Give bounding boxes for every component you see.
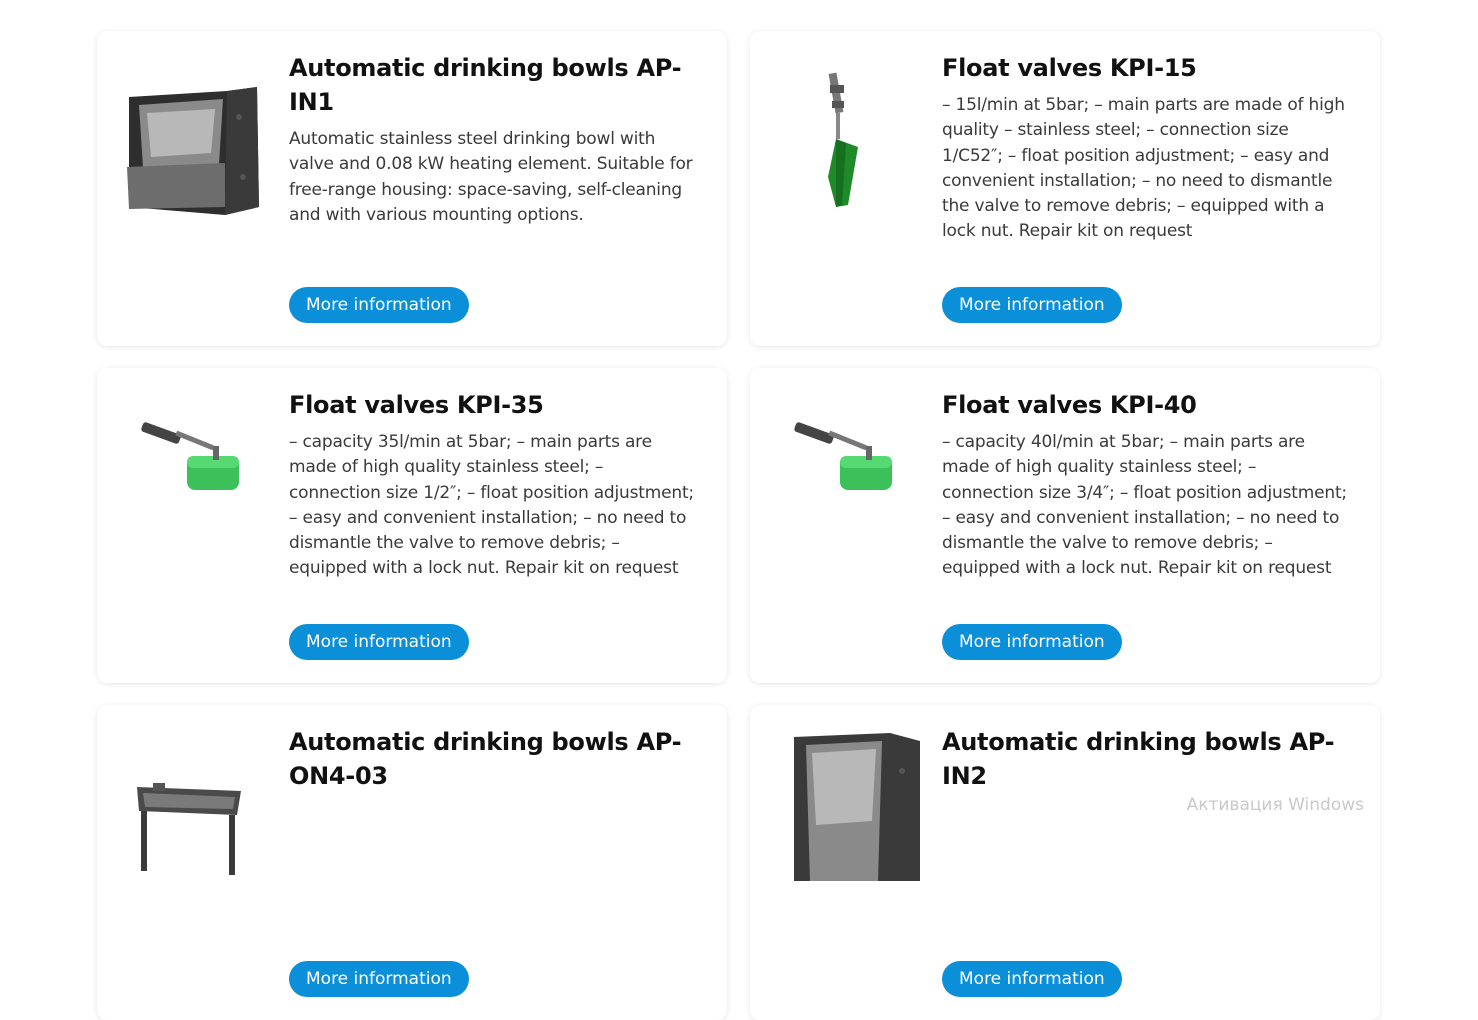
product-card: Float valves KPI-15 – 15l/min at 5bar; –… <box>750 31 1380 346</box>
product-card: Float valves KPI-40 – capacity 40l/min a… <box>750 368 1380 683</box>
product-grid: Automatic drinking bowls AP-IN1 Automati… <box>97 31 1381 1020</box>
product-description: Automatic stainless steel drinking bowl … <box>289 127 699 228</box>
product-card: Automatic drinking bowls AP-IN2 More inf… <box>750 705 1380 1020</box>
product-title[interactable]: Automatic drinking bowls AP-IN1 <box>289 51 699 119</box>
product-description: – 15l/min at 5bar; – main parts are made… <box>942 93 1352 245</box>
product-title[interactable]: Float valves KPI-40 <box>942 388 1352 422</box>
product-card: Automatic drinking bowls AP-IN1 Automati… <box>97 31 727 346</box>
product-title[interactable]: Automatic drinking bowls AP-ON4-03 <box>289 725 699 793</box>
product-card: Automatic drinking bowls AP-ON4-03 More … <box>97 705 727 1020</box>
product-description: – capacity 40l/min at 5bar; – main parts… <box>942 430 1352 582</box>
product-description: – capacity 35l/min at 5bar; – main parts… <box>289 430 699 582</box>
float-valve-icon[interactable] <box>770 57 920 227</box>
product-title[interactable]: Float valves KPI-15 <box>942 51 1352 85</box>
product-card: Float valves KPI-35 – capacity 35l/min a… <box>97 368 727 683</box>
windows-activation-watermark: Активация Windows <box>1187 795 1364 815</box>
more-information-button[interactable]: More information <box>942 624 1122 660</box>
more-information-button[interactable]: More information <box>942 287 1122 323</box>
more-information-button[interactable]: More information <box>289 624 469 660</box>
more-information-button[interactable]: More information <box>289 287 469 323</box>
drinking-bowl-icon[interactable] <box>770 731 920 901</box>
product-title[interactable]: Float valves KPI-35 <box>289 388 699 422</box>
trough-icon[interactable] <box>117 731 267 901</box>
float-valve-icon[interactable] <box>770 394 920 564</box>
drinking-bowl-icon[interactable] <box>117 57 267 227</box>
more-information-button[interactable]: More information <box>289 961 469 997</box>
product-title[interactable]: Automatic drinking bowls AP-IN2 <box>942 725 1352 793</box>
more-information-button[interactable]: More information <box>942 961 1122 997</box>
float-valve-icon[interactable] <box>117 394 267 564</box>
